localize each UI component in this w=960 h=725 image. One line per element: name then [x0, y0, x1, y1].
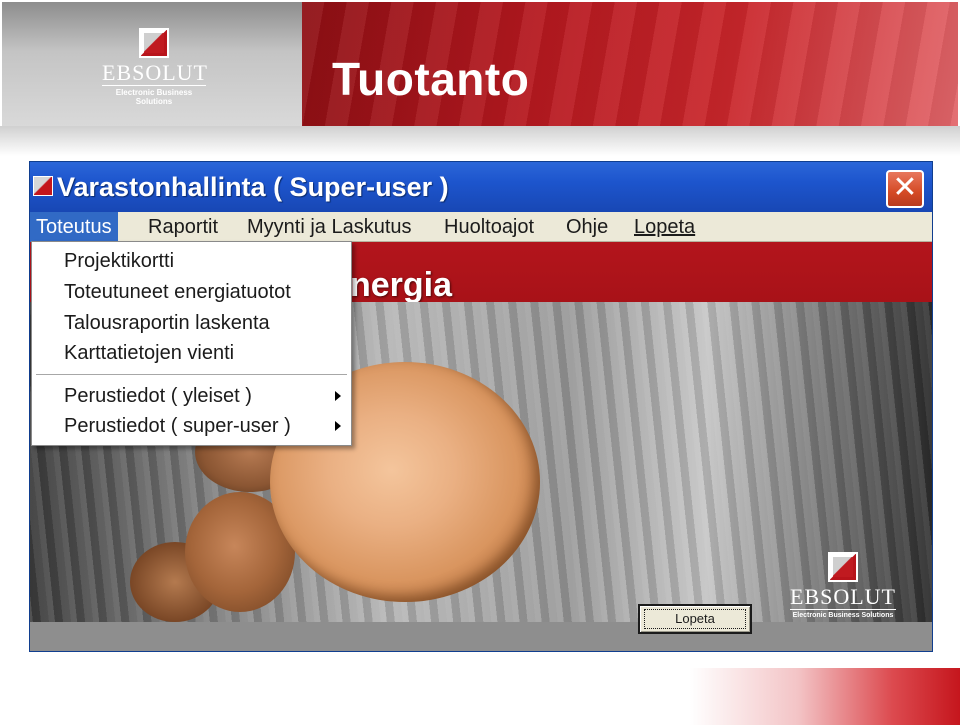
app-icon[interactable]: [33, 176, 53, 196]
ebsolut-logo: EBSOLUT Electronic Business Solutions: [102, 28, 208, 106]
slide-title: Tuotanto: [332, 53, 530, 105]
header-fade: [0, 126, 960, 156]
menu-item-toteutuneet-energiatuotot[interactable]: Toteutuneet energiatuotot: [32, 277, 351, 307]
banner-text: nergia: [350, 266, 453, 304]
bottom-strip: [30, 622, 932, 651]
menu-separator: [36, 374, 347, 376]
toteutus-dropdown-menu: Projektikortti Toteutuneet energiatuotot…: [31, 241, 352, 446]
submenu-arrow-icon: [335, 391, 341, 401]
menu-raportit[interactable]: Raportit: [142, 212, 224, 242]
menu-item-talousraportin-laskenta[interactable]: Talousraportin laskenta: [32, 308, 351, 338]
footer-decoration: [690, 668, 960, 725]
menu-item-perustiedot-super-user[interactable]: Perustiedot ( super-user ): [32, 411, 351, 441]
brand-name: EBSOLUT: [790, 584, 896, 610]
menu-toteutus[interactable]: Toteutus: [30, 212, 118, 242]
logo-panel: EBSOLUT Electronic Business Solutions: [2, 2, 302, 126]
window-title: Varastonhallinta ( Super-user ): [57, 172, 449, 202]
menu-lopeta[interactable]: Lopeta: [628, 212, 701, 242]
menu-item-label: Perustiedot ( yleiset ): [64, 385, 252, 407]
ebsolut-logo-icon: [139, 28, 169, 58]
menu-huoltoajot[interactable]: Huoltoajot: [438, 212, 540, 242]
brand-tagline: Electronic Business Solutions: [115, 88, 193, 106]
menu-item-perustiedot-yleiset[interactable]: Perustiedot ( yleiset ): [32, 381, 351, 411]
submenu-arrow-icon: [335, 421, 341, 431]
menu-item-karttatietojen-vienti[interactable]: Karttatietojen vienti: [32, 338, 351, 368]
brand-name: EBSOLUT: [102, 60, 208, 86]
menubar: Toteutus Raportit Myynti ja Laskutus Huo…: [30, 212, 932, 242]
window-titlebar[interactable]: Varastonhallinta ( Super-user ) ✕: [30, 162, 932, 212]
menu-item-projektikortti[interactable]: Projektikortti: [32, 246, 351, 276]
close-button[interactable]: ✕: [886, 170, 924, 208]
ebsolut-logo-icon: [828, 552, 858, 582]
lopeta-button[interactable]: Lopeta: [638, 604, 752, 634]
menu-item-label: Perustiedot ( super-user ): [64, 415, 291, 437]
close-icon: ✕: [892, 170, 918, 205]
brand-tagline: Electronic Business Solutions: [792, 612, 894, 619]
menu-ohje[interactable]: Ohje: [560, 212, 614, 242]
app-ebsolut-logo: EBSOLUT Electronic Business Solutions: [790, 552, 896, 619]
menu-myynti-ja-laskutus[interactable]: Myynti ja Laskutus: [241, 212, 418, 242]
slide-header: EBSOLUT Electronic Business Solutions Tu…: [0, 0, 960, 156]
